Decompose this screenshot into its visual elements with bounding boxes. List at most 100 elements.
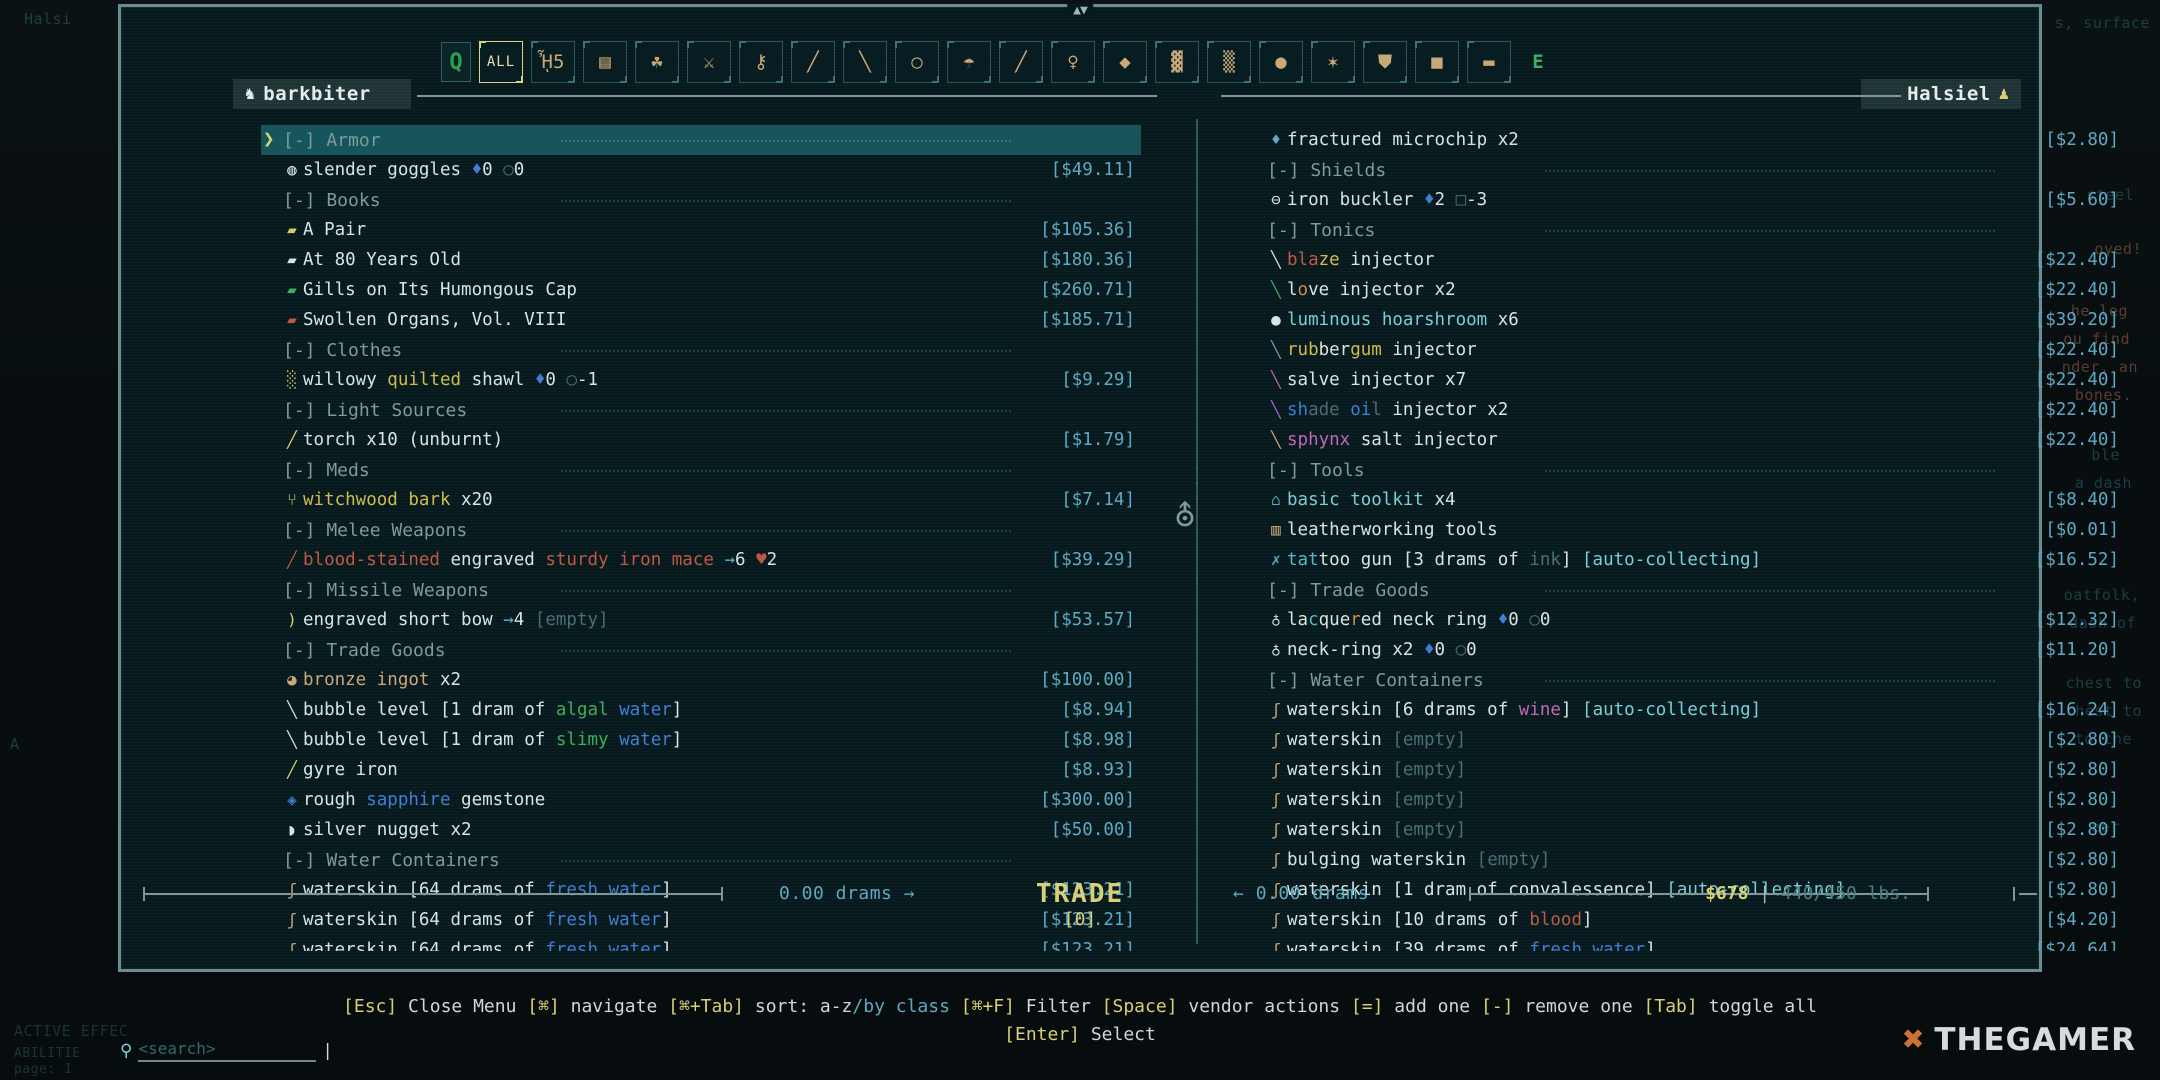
panel-divider (1196, 119, 1198, 944)
filter-artifacts[interactable]: ✶ (1311, 41, 1355, 83)
filter-tools[interactable]: ╱ (999, 41, 1043, 83)
player-drams-out: 0.00 drams → (779, 883, 915, 904)
item-row[interactable]: ʃ bulging waterskin [empty] [$2.80] (1245, 845, 2125, 875)
filter-grenades[interactable]: ● (1259, 41, 1303, 83)
category-row[interactable]: [-] Water Containers (1245, 665, 2125, 695)
filter-energy-cells[interactable]: ▒ (1207, 41, 1251, 83)
item-row[interactable]: ▰ At 80 Years Old [$180.36] (261, 245, 1141, 275)
category-row[interactable]: ❯ [-] Armor (261, 125, 1141, 155)
search-bar[interactable]: ⚲ <search> | (120, 1039, 333, 1062)
item-name: silver nugget x2 (303, 820, 472, 840)
item-row[interactable]: ╲ shade oil injector x2 [$22.40] (1245, 395, 2125, 425)
category-row[interactable]: [-] Books (261, 185, 1141, 215)
key--[interactable]: [-] (1481, 996, 1514, 1017)
key-space[interactable]: [Space] (1102, 996, 1178, 1017)
category-row[interactable]: [-] Tools (1245, 455, 2125, 485)
category-row[interactable]: [-] Meds (261, 455, 1141, 485)
filter-misc[interactable]: ■ (1415, 41, 1459, 83)
key-tab[interactable]: [⌘+Tab] (668, 996, 744, 1017)
item-row[interactable]: ⊖ iron buckler ♦2 □-3 [$5.60] (1245, 185, 2125, 215)
filter-shields[interactable]: ⛊ (1363, 41, 1407, 83)
dialog-drag-handle[interactable]: ▲▼ (1067, 4, 1093, 18)
key-esc[interactable]: [Esc] (343, 996, 397, 1017)
item-row[interactable]: ╲ bubble level [1 dram of slimy water] [$8… (261, 725, 1141, 755)
category-row[interactable]: [-] Water Containers (261, 845, 1141, 875)
sort-mode-az[interactable]: a-z (820, 996, 853, 1017)
item-name-part: x4 (1423, 490, 1456, 510)
item-row[interactable]: ╲ blaze injector [$22.40] (1245, 245, 2125, 275)
trade-tick-mid-right (1469, 887, 1471, 901)
item-row[interactable]: ʃ waterskin [empty] [$2.80] (1245, 815, 2125, 845)
item-row[interactable]: ╲ rubbergum injector [$22.40] (1245, 335, 2125, 365)
item-row[interactable]: ʃ waterskin [empty] [$2.80] (1245, 755, 2125, 785)
search-input[interactable]: <search> (138, 1039, 317, 1062)
item-row[interactable]: ╱ gyre iron [$8.93] (261, 755, 1141, 785)
filter-food[interactable]: ▓ (1155, 41, 1199, 83)
trade-title-block: TRADE [0] (1036, 879, 1124, 930)
item-row[interactable]: ⑂ witchwood bark x20 [$7.14] (261, 485, 1141, 515)
item-row[interactable]: ◕ bronze ingot x2 [$100.00] (261, 665, 1141, 695)
filter-trade-goods[interactable]: ◆ (1103, 41, 1147, 83)
filter-rings[interactable]: ○ (895, 41, 939, 83)
item-row[interactable]: ✗ tattoo gun [3 drams of ink] [auto-colle… (1245, 545, 2125, 575)
key-enter[interactable]: [Enter] (1004, 1024, 1080, 1045)
item-row[interactable]: ▰ Gills on Its Humongous Cap [$260.71] (261, 275, 1141, 305)
item-row[interactable]: ░ willowy quilted shawl ♦0 ○-1 [$9.29] (261, 365, 1141, 395)
category-row[interactable]: [-] Trade Goods (1245, 575, 2125, 605)
item-row[interactable]: ╲ bubble level [1 dram of algal water] [$8… (261, 695, 1141, 725)
player-inventory-list[interactable]: ❯ [-] Armor ◍ slender goggles ♦0 ○0 [$49.11]… (261, 125, 1141, 951)
item-row[interactable]: ʃ waterskin [6 drams of wine] [auto-colle… (1245, 695, 2125, 725)
item-row[interactable]: ʃ waterskin [empty] [$2.80] (1245, 725, 2125, 755)
category-row[interactable]: [-] Shields (1245, 155, 2125, 185)
filter-meds[interactable]: ⚷ (739, 41, 783, 83)
item-row[interactable]: ▥ leatherworking tools [$0.01] (1245, 515, 2125, 545)
item-row[interactable]: ◈ rough sapphire gemstone [$300.00] (261, 785, 1141, 815)
category-row[interactable]: [-] Light Sources (261, 395, 1141, 425)
sort-mode-byclass[interactable]: by class (863, 996, 950, 1017)
quick-key-e[interactable]: E (1525, 51, 1551, 73)
filter-armor[interactable]: ᾞ5 (531, 41, 575, 83)
category-row[interactable]: [-] Tonics (1245, 215, 2125, 245)
filter-other[interactable]: ▬ (1467, 41, 1511, 83)
item-row[interactable]: ╲ sphynx salt injector [$22.40] (1245, 425, 2125, 455)
filter-light-sources[interactable]: ⚔ (687, 41, 731, 83)
category-row[interactable]: [-] Melee Weapons (261, 515, 1141, 545)
key-tab[interactable]: [Tab] (1644, 996, 1698, 1017)
item-row[interactable]: ◍ slender goggles ♦0 ○0 [$49.11] (261, 155, 1141, 185)
category-row[interactable]: [-] Clothes (261, 335, 1141, 365)
item-row[interactable]: ) engraved short bow →4 [empty] [$53.57] (261, 605, 1141, 635)
item-name-part: ] (1560, 700, 1583, 720)
filter-missile-weapons[interactable]: ╲ (843, 41, 887, 83)
filter-water-containers[interactable]: ☂ (947, 41, 991, 83)
item-row[interactable]: ◗ silver nugget x2 [$50.00] (261, 815, 1141, 845)
category-row[interactable]: [-] Missile Weapons (261, 575, 1141, 605)
filter-books[interactable]: ▤ (583, 41, 627, 83)
item-row[interactable]: ♁ neck-ring x2 ♦0 ○0 [$11.20] (1245, 635, 2125, 665)
player-drams-value: 0.00 drams (779, 883, 893, 904)
quick-key-q[interactable]: Q (441, 42, 471, 82)
filter-all[interactable]: ALL (479, 41, 523, 83)
item-row[interactable]: ♁ lacquered neck ring ♦0 ○0 [$12.32] (1245, 605, 2125, 635)
filter-tonics[interactable]: ♀ (1051, 41, 1095, 83)
item-row[interactable]: ⌂ basic toolkit x4 [$8.40] (1245, 485, 2125, 515)
vendor-inventory-list[interactable]: ♦ fractured microchip x2 [$2.80] [-] Shield… (1245, 125, 2125, 951)
item-row[interactable]: ╲ love injector x2 [$22.40] (1245, 275, 2125, 305)
item-row[interactable]: ● luminous hoarshroom x6 [$39.20] (1245, 305, 2125, 335)
key-f[interactable]: [⌘+F] (961, 996, 1015, 1017)
key-=[interactable]: [=] (1351, 996, 1384, 1017)
item-row[interactable]: ▰ A Pair [$105.36] (261, 215, 1141, 245)
item-row[interactable]: ╱ torch x10 (unburnt) [$1.79] (261, 425, 1141, 455)
item-row[interactable]: ╲ salve injector x7 [$22.40] (1245, 365, 2125, 395)
item-name-part: torch x10 (unburnt) (303, 430, 504, 450)
item-name-part: ber (1318, 340, 1351, 360)
cell-corner (1452, 76, 1459, 83)
category-row[interactable]: [-] Trade Goods (261, 635, 1141, 665)
player-panel-header: ♞ barkbiter (233, 79, 411, 109)
item-row[interactable]: ♦ fractured microchip x2 [$2.80] (1245, 125, 2125, 155)
item-row[interactable]: ╱ blood-stained engraved sturdy iron mace… (261, 545, 1141, 575)
item-row[interactable]: ▰ Swollen Organs, Vol. VIII [$185.71] (261, 305, 1141, 335)
filter-clothes[interactable]: ☘ (635, 41, 679, 83)
key-[interactable]: [⌘] (527, 996, 560, 1017)
item-row[interactable]: ʃ waterskin [empty] [$2.80] (1245, 785, 2125, 815)
filter-melee-weapons[interactable]: ╱ (791, 41, 835, 83)
